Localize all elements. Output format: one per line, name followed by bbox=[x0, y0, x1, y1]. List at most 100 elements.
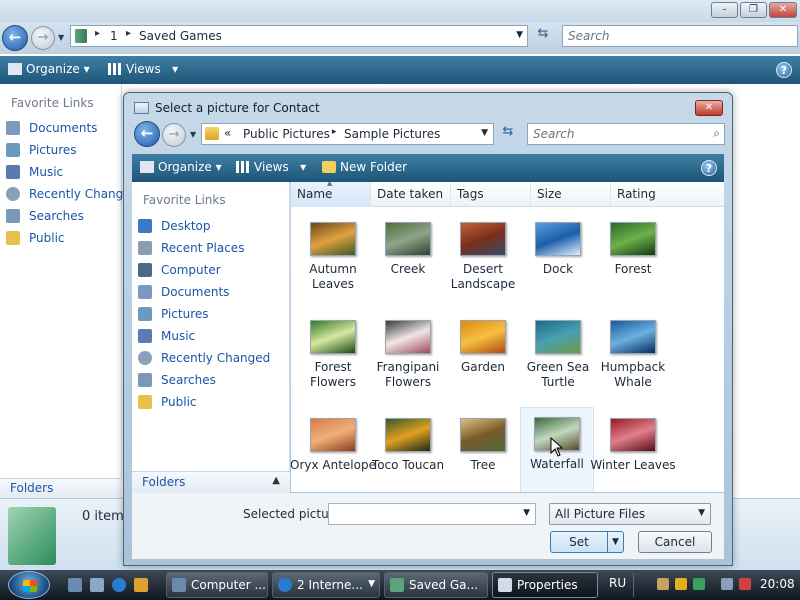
picture-item-forest[interactable]: Forest bbox=[596, 212, 670, 302]
breadcrumb-saved-games[interactable]: Saved Games bbox=[139, 29, 222, 43]
fav-computer[interactable]: Computer bbox=[138, 263, 221, 277]
switch-windows-icon[interactable] bbox=[90, 578, 104, 592]
taskbar-computer[interactable]: Computer ... bbox=[166, 572, 268, 598]
chevron-down-icon[interactable]: ▼ bbox=[516, 30, 523, 40]
language-indicator[interactable]: RU bbox=[609, 576, 626, 590]
column-header-tags[interactable]: Tags bbox=[451, 182, 531, 207]
folders-toggle[interactable]: Folders bbox=[0, 478, 122, 498]
fav-public[interactable]: Public bbox=[138, 395, 197, 409]
internet-explorer-icon[interactable] bbox=[112, 578, 126, 592]
chevron-right-icon: ▸ bbox=[95, 28, 101, 39]
searches-icon bbox=[6, 209, 20, 223]
security-shield-icon[interactable] bbox=[675, 578, 687, 590]
tray-monitor-icon[interactable] bbox=[721, 578, 733, 590]
column-header-rating[interactable]: Rating bbox=[611, 182, 724, 207]
breadcrumb-sample-pictures[interactable]: Sample Pictures bbox=[344, 127, 440, 141]
chevron-up-icon: ▲ bbox=[272, 475, 280, 486]
fav-recently-changed[interactable]: Recently Changed bbox=[6, 187, 138, 201]
fav-searches[interactable]: Searches bbox=[6, 209, 84, 223]
minimize-button[interactable]: – bbox=[711, 2, 738, 18]
maximize-button[interactable]: ❐ bbox=[740, 2, 767, 18]
picture-item-oryx-antelope[interactable]: Oryx Antelope bbox=[291, 408, 376, 492]
fav-label: Searches bbox=[161, 373, 216, 387]
organize-button[interactable]: Organize ▾ bbox=[140, 160, 222, 174]
picture-item-tree[interactable]: Tree bbox=[446, 408, 520, 492]
fav-pictures[interactable]: Pictures bbox=[138, 307, 209, 321]
picture-item-creek[interactable]: Creek bbox=[371, 212, 445, 302]
tray-app-icon[interactable] bbox=[657, 578, 669, 590]
fav-public[interactable]: Public bbox=[6, 231, 65, 245]
address-bar[interactable]: ▸ 1 ▸ Saved Games ▼ bbox=[70, 25, 528, 47]
back-button[interactable]: ← bbox=[2, 25, 28, 51]
picture-item-winter-leaves[interactable]: Winter Leaves bbox=[590, 408, 676, 492]
clock[interactable]: 20:08 bbox=[760, 577, 795, 591]
column-header-name[interactable]: ▲ Name bbox=[291, 182, 371, 207]
chevron-down-icon[interactable]: ▼ bbox=[607, 532, 623, 552]
back-button[interactable]: ← bbox=[134, 121, 160, 147]
new-folder-button[interactable]: New Folder bbox=[322, 160, 407, 174]
column-header-size[interactable]: Size bbox=[531, 182, 611, 207]
selected-picture-input[interactable]: ▼ bbox=[328, 503, 536, 525]
refresh-icon[interactable]: ⇆ bbox=[497, 124, 519, 144]
breadcrumb-1[interactable]: 1 bbox=[110, 29, 118, 43]
fav-documents[interactable]: Documents bbox=[138, 285, 229, 299]
picture-item-dock[interactable]: Dock bbox=[521, 212, 595, 302]
close-button[interactable]: ✕ bbox=[769, 2, 797, 18]
organize-button[interactable]: Organize ▾ bbox=[8, 62, 90, 76]
folder-icon bbox=[6, 231, 20, 245]
search-icon[interactable]: ⌕ bbox=[713, 126, 720, 141]
taskbar-properties[interactable]: Properties bbox=[492, 572, 598, 598]
fav-documents[interactable]: Documents bbox=[6, 121, 97, 135]
taskbar-internet-explorer[interactable]: 2 Interne... ▼ bbox=[272, 572, 380, 598]
start-button[interactable] bbox=[8, 571, 50, 599]
picture-label: Winter Leaves bbox=[590, 458, 676, 472]
picture-item-forest-flowers[interactable]: Forest Flowers bbox=[296, 310, 370, 400]
picture-label: Green Sea Turtle bbox=[526, 360, 590, 389]
fav-recently-changed[interactable]: Recently Changed bbox=[138, 351, 270, 365]
address-bar[interactable]: « Public Pictures ▸ Sample Pictures ▼ bbox=[201, 123, 494, 145]
fav-pictures[interactable]: Pictures bbox=[6, 143, 77, 157]
chevron-down-icon[interactable]: ▼ bbox=[481, 128, 488, 138]
picture-item-desert-landscape[interactable]: Desert Landscape bbox=[446, 212, 520, 302]
picture-item-frangipani-flowers[interactable]: Frangipani Flowers bbox=[371, 310, 445, 400]
recent-pages-dropdown[interactable]: ▼ bbox=[190, 130, 200, 140]
media-player-icon[interactable] bbox=[134, 578, 148, 592]
breadcrumb-public-pictures[interactable]: Public Pictures bbox=[243, 127, 330, 141]
search-input[interactable]: Search bbox=[562, 25, 798, 47]
fav-label: Pictures bbox=[161, 307, 209, 321]
picture-item-toco-toucan[interactable]: Toco Toucan bbox=[371, 408, 445, 492]
fav-music[interactable]: Music bbox=[138, 329, 195, 343]
recent-pages-dropdown[interactable]: ▼ bbox=[58, 33, 68, 43]
picture-item-garden[interactable]: Garden bbox=[446, 310, 520, 400]
picture-item-autumn-leaves[interactable]: Autumn Leaves bbox=[296, 212, 370, 302]
picture-item-green-sea-turtle[interactable]: Green Sea Turtle bbox=[521, 310, 595, 400]
cancel-button[interactable]: Cancel bbox=[638, 531, 712, 553]
show-desktop-icon[interactable] bbox=[68, 578, 82, 592]
picture-item-humpback-whale[interactable]: Humpback Whale bbox=[596, 310, 670, 400]
forward-button[interactable]: → bbox=[162, 123, 186, 147]
refresh-icon[interactable]: ⇆ bbox=[532, 26, 554, 46]
forward-button[interactable]: → bbox=[31, 26, 55, 50]
fav-recent-places[interactable]: Recent Places bbox=[138, 241, 244, 255]
taskbar-saved-games[interactable]: Saved Ga... bbox=[384, 572, 488, 598]
file-type-filter[interactable]: All Picture Files ▼ bbox=[549, 503, 711, 525]
help-icon[interactable]: ? bbox=[701, 160, 717, 176]
column-header-date-taken[interactable]: Date taken bbox=[371, 182, 451, 207]
views-button[interactable]: Views ▾ bbox=[236, 160, 306, 174]
help-icon[interactable]: ? bbox=[776, 62, 792, 78]
search-input[interactable]: Search ⌕ bbox=[527, 123, 725, 145]
folder-icon bbox=[205, 127, 219, 140]
fav-desktop[interactable]: Desktop bbox=[138, 219, 211, 233]
overflow-chevron-icon[interactable]: « bbox=[224, 126, 231, 140]
item-count: 0 item bbox=[82, 509, 124, 524]
network-icon[interactable] bbox=[693, 578, 705, 590]
set-button[interactable]: Set ▼ bbox=[550, 531, 624, 553]
close-button[interactable]: ✕ bbox=[695, 100, 723, 116]
searches-icon bbox=[138, 373, 152, 387]
volume-muted-icon[interactable] bbox=[739, 578, 751, 590]
views-button[interactable]: Views ▾ bbox=[108, 62, 178, 76]
fav-music[interactable]: Music bbox=[6, 165, 63, 179]
fav-searches[interactable]: Searches bbox=[138, 373, 216, 387]
folders-toggle[interactable]: Folders ▲ bbox=[132, 471, 290, 493]
chevron-down-icon[interactable]: ▼ bbox=[523, 508, 530, 518]
